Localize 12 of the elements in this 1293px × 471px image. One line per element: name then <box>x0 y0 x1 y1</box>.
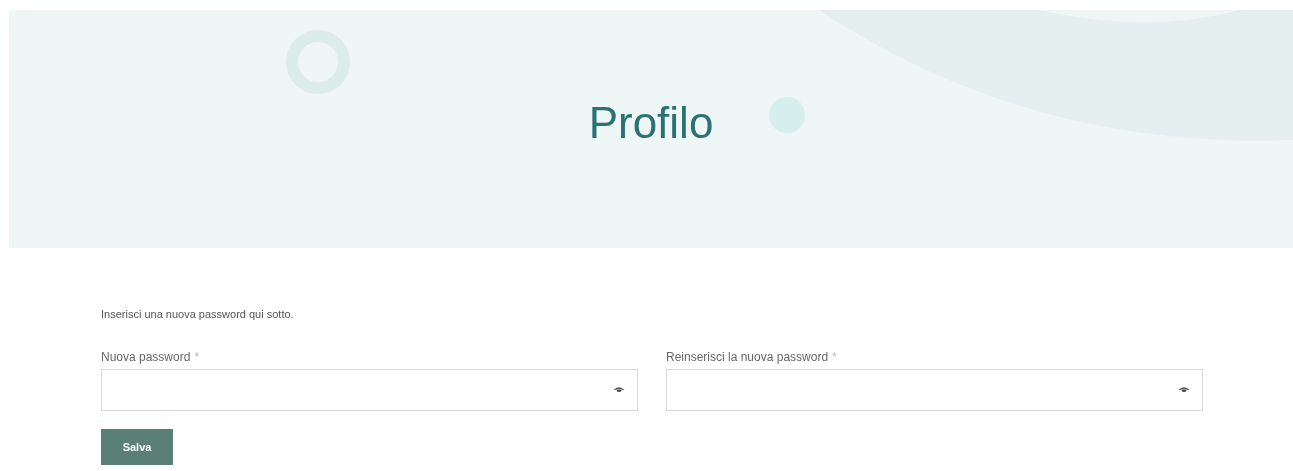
password-field[interactable] <box>666 369 1203 411</box>
required-mark: * <box>832 349 837 365</box>
dot-decoration <box>769 97 805 133</box>
password-field[interactable] <box>101 369 638 411</box>
intro-text: Inserisci una nuova password qui sotto. <box>101 307 295 321</box>
save-button[interactable]: Salva <box>101 429 173 465</box>
field-label: Reinserisci la nuova password <box>666 349 829 365</box>
page-title: Profilo <box>588 97 714 149</box>
required-mark: * <box>194 349 200 365</box>
eye-icon[interactable] <box>1178 386 1190 394</box>
field-label: Nuova password <box>101 349 191 365</box>
eye-icon[interactable] <box>613 386 625 394</box>
